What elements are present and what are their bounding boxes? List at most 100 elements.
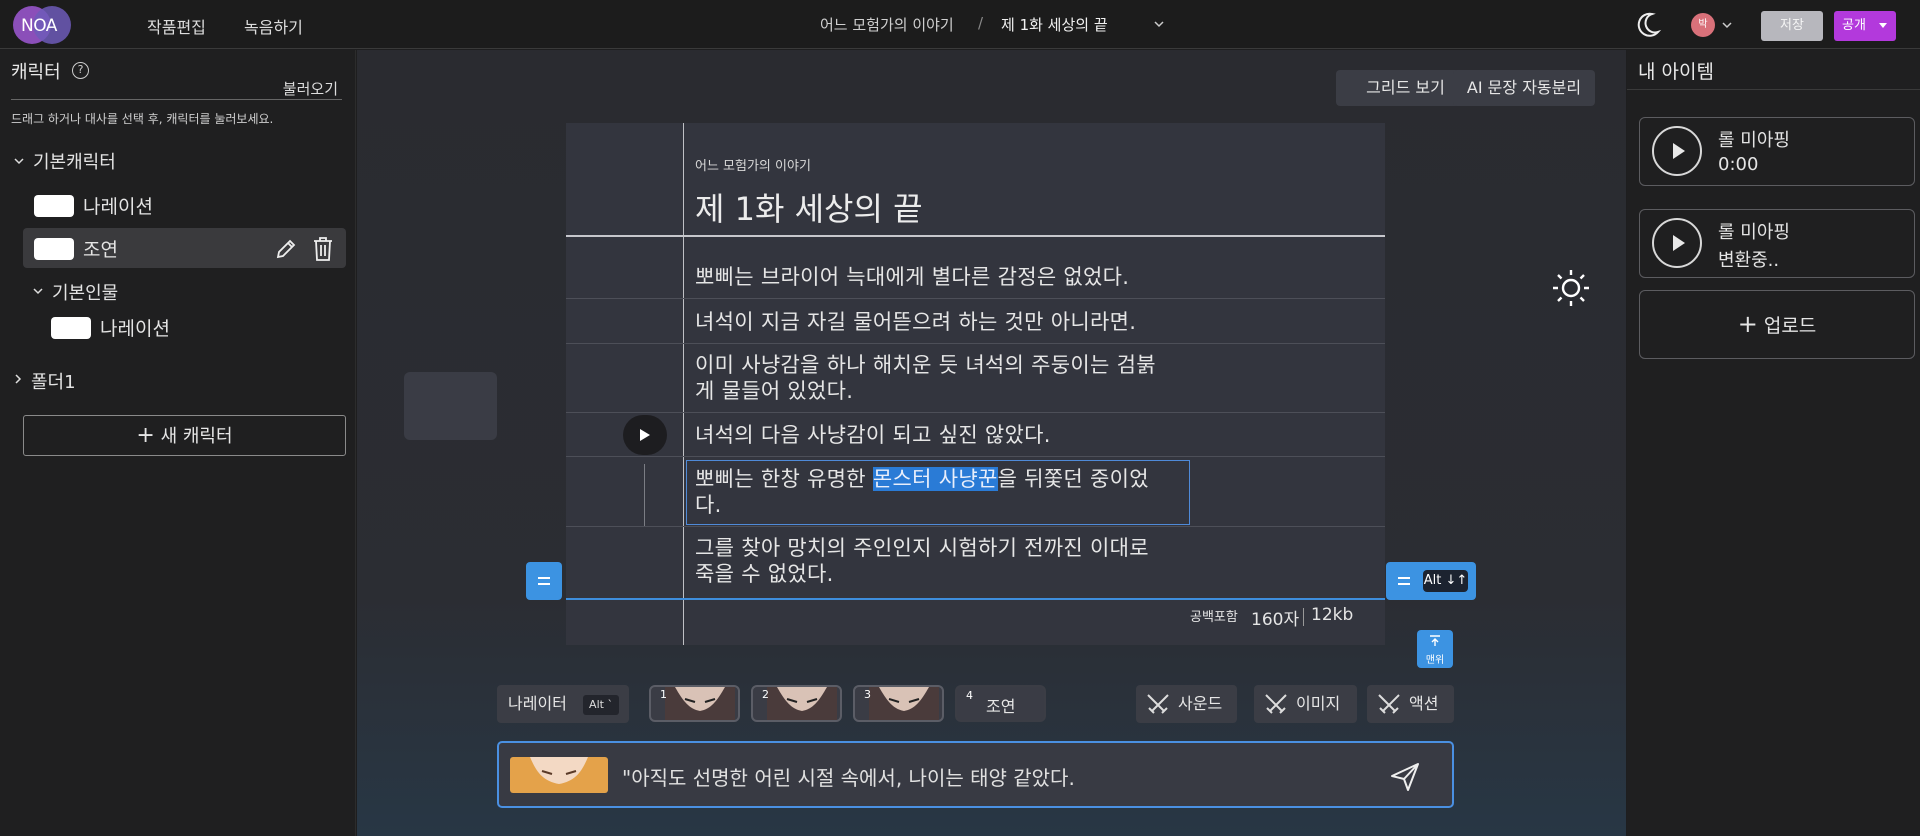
- document-title[interactable]: 제 1화 세상의 끝: [695, 184, 923, 230]
- script-line[interactable]: 녀석의 다음 사냥감이 되고 싶진 않았다.: [695, 422, 1205, 448]
- script-line[interactable]: 이미 사냥감을 하나 해치운 듯 녀석의 주둥이는 검붉게 물들어 있었다.: [695, 352, 1175, 404]
- narrator-label: 나레이터: [508, 694, 567, 713]
- group-basic-characters[interactable]: 기본캐릭터: [33, 148, 116, 174]
- play-line-button[interactable]: [623, 415, 667, 455]
- play-icon: [640, 429, 650, 441]
- send-icon[interactable]: [1390, 762, 1420, 792]
- chevron-down-icon[interactable]: [1154, 20, 1164, 28]
- avatar[interactable]: 박: [1691, 13, 1715, 37]
- line-divider: [566, 298, 1385, 299]
- publish-button[interactable]: 공개: [1834, 11, 1896, 41]
- slot-number: 3: [864, 688, 871, 701]
- sound-label: 사운드: [1178, 694, 1223, 713]
- count-label: 공백포함: [1190, 610, 1238, 625]
- drag-handle-left[interactable]: [526, 562, 562, 600]
- color-swatch[interactable]: [51, 317, 91, 339]
- scroll-to-top-button[interactable]: 맨위: [1417, 630, 1453, 668]
- plus-icon: +: [1737, 310, 1758, 338]
- noa-logo[interactable]: NOA: [13, 6, 71, 44]
- panel-divider: [1627, 89, 1920, 90]
- action-button[interactable]: 액션: [1367, 685, 1454, 723]
- scroll-to-top-label: 맨위: [1425, 655, 1445, 666]
- import-button[interactable]: 불러오기: [11, 78, 342, 100]
- trash-icon[interactable]: [311, 236, 335, 262]
- chevron-right-icon[interactable]: [13, 374, 23, 384]
- crossed-swords-icon: [1147, 694, 1169, 714]
- script-line[interactable]: 녀석이 지금 자길 물어뜯으려 하는 것만 아니라면.: [695, 309, 1205, 335]
- crossed-swords-icon: [1265, 694, 1287, 714]
- line-divider: [566, 343, 1385, 344]
- item-status: 변환중..: [1718, 250, 1780, 271]
- character-narration[interactable]: 나레이션: [83, 192, 153, 219]
- plus-icon: +: [136, 423, 155, 448]
- new-character-button[interactable]: + 새 캐릭터: [23, 415, 346, 456]
- item-status: 0:00: [1718, 154, 1759, 175]
- character-slot-4[interactable]: 4 조연: [955, 685, 1046, 722]
- character-narration[interactable]: 나레이션: [100, 314, 170, 341]
- file-size: 12kb: [1311, 605, 1354, 625]
- upload-button[interactable]: + 업로드: [1639, 290, 1915, 359]
- top-bar: NOA 작품편집 녹음하기 어느 모험가의 이야기 / 제 1화 세상의 끝 박…: [0, 0, 1920, 49]
- character-portrait-icon: [665, 687, 735, 720]
- help-icon[interactable]: ?: [72, 62, 89, 79]
- character-slot-2[interactable]: 2: [751, 685, 842, 722]
- color-swatch[interactable]: [34, 195, 74, 217]
- image-label: 이미지: [1296, 694, 1341, 713]
- title-divider: [566, 235, 1385, 237]
- breadcrumb-separator: /: [978, 14, 984, 32]
- document-subtitle: 어느 모험가의 이야기: [695, 159, 811, 174]
- light-mode-sun-icon[interactable]: [1551, 268, 1591, 308]
- line-divider: [566, 412, 1385, 413]
- arrow-up-to-line-icon: [1430, 635, 1440, 646]
- caret-down-icon: [1879, 23, 1887, 28]
- line-indent-marker: [644, 464, 645, 526]
- character-panel: 캐릭터 ? 불러오기 드래그 하거나 대사를 선택 후, 캐릭터를 눌러보세요.…: [0, 50, 356, 836]
- drop-placeholder: [404, 372, 497, 440]
- play-button[interactable]: [1652, 218, 1702, 268]
- chevron-down-icon[interactable]: [1722, 21, 1732, 29]
- crossed-swords-icon: [1378, 694, 1400, 714]
- slot-number: 1: [660, 688, 667, 701]
- insert-indicator-line: [566, 598, 1385, 600]
- text-selection: 몬스터 사냥꾼: [872, 467, 998, 491]
- character-slot-3[interactable]: 3: [853, 685, 944, 722]
- dark-mode-moon-icon[interactable]: [1632, 10, 1662, 40]
- character-count: 160자: [1251, 610, 1300, 630]
- chevron-down-icon[interactable]: [33, 286, 43, 296]
- count-divider: [1303, 608, 1304, 626]
- nav-recording[interactable]: 녹음하기: [244, 14, 303, 38]
- breadcrumb-episode[interactable]: 제 1화 세상의 끝: [1001, 14, 1108, 35]
- color-swatch[interactable]: [34, 238, 74, 260]
- slot-label: 조연: [986, 697, 1016, 716]
- play-icon: [1673, 143, 1685, 159]
- nav-edit-work[interactable]: 작품편집: [147, 14, 206, 38]
- slot-number: 4: [966, 689, 973, 702]
- gutter-divider: [683, 123, 684, 645]
- save-button[interactable]: 저장: [1761, 11, 1823, 41]
- item-name: 롤 미아핑: [1718, 222, 1790, 243]
- script-line-selected[interactable]: 뽀삐는 한창 유명한 몬스터 사냥꾼을 뒤쫓던 중이었다.: [695, 466, 1175, 518]
- edit-pencil-icon[interactable]: [274, 237, 298, 261]
- sound-button[interactable]: 사운드: [1136, 685, 1237, 723]
- ai-sentence-split-button[interactable]: AI 문장 자동분리: [1453, 70, 1595, 106]
- line-input-text[interactable]: "아직도 선명한 어린 시절 속에서, 나이는 태양 같았다.: [622, 762, 1075, 791]
- script-line[interactable]: 그를 찾아 망치의 주인인지 시험하기 전까진 이대로 죽을 수 없었다.: [695, 535, 1175, 587]
- breadcrumb-work[interactable]: 어느 모험가의 이야기: [820, 14, 954, 35]
- script-line[interactable]: 뽀삐는 브라이어 늑대에게 별다른 감정은 없었다.: [695, 264, 1205, 290]
- chevron-down-icon[interactable]: [14, 156, 24, 166]
- upload-label: 업로드: [1763, 315, 1817, 337]
- play-icon: [1673, 235, 1685, 251]
- character-slot-1[interactable]: 1: [649, 685, 740, 722]
- character-portrait-icon: [767, 687, 837, 720]
- equals-icon: [538, 577, 550, 585]
- folder-1[interactable]: 폴더1: [31, 368, 76, 394]
- subgroup-basic-people[interactable]: 기본인물: [52, 279, 118, 305]
- play-button[interactable]: [1652, 126, 1702, 176]
- import-label: 불러오기: [282, 80, 338, 98]
- character-avatar[interactable]: [510, 757, 608, 793]
- image-button[interactable]: 이미지: [1254, 685, 1357, 723]
- equals-icon: [1398, 577, 1410, 585]
- character-supporting[interactable]: 조연: [83, 235, 118, 262]
- action-label: 액션: [1409, 694, 1439, 713]
- new-character-label: 새 캐릭터: [160, 426, 233, 447]
